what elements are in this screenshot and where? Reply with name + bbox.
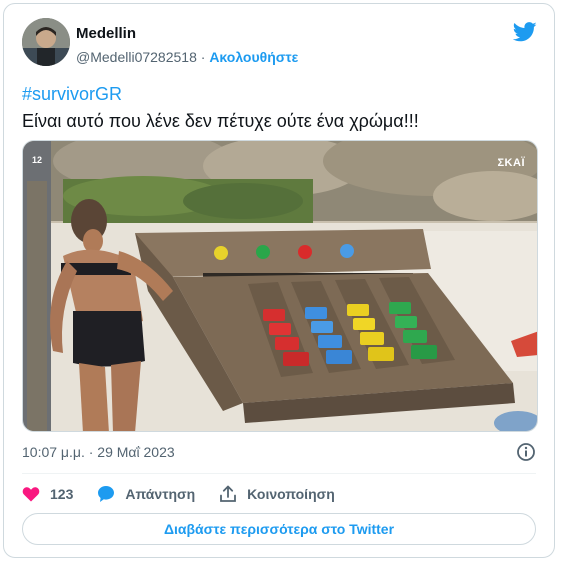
like-button[interactable]: 123 — [22, 486, 73, 502]
tweet-card: Medellin @Medelli07282518 · Ακολουθήστε … — [3, 3, 555, 558]
avatar[interactable] — [22, 18, 70, 66]
tweet-actions: 123 Απάντηση Κοινοποίηση — [22, 484, 359, 504]
tweet-media-image[interactable]: 12 ΣΚΑΪ — [22, 140, 538, 432]
divider — [22, 473, 536, 474]
channel-badge: 12 — [32, 155, 43, 165]
tweet-text: Είναι αυτό που λένε δεν πέτυχε ούτε ένα … — [22, 111, 419, 131]
broadcaster-logo: ΣΚΑΪ — [497, 157, 525, 169]
separator: · — [196, 49, 210, 65]
follow-link[interactable]: Ακολουθήστε — [209, 49, 298, 65]
reply-button[interactable]: Απάντηση — [97, 485, 195, 503]
info-icon[interactable] — [516, 442, 536, 462]
reply-label: Απάντηση — [125, 486, 196, 502]
read-more-button[interactable]: Διαβάστε περισσότερα στο Twitter — [22, 513, 536, 545]
share-upload-icon — [220, 485, 237, 502]
share-button[interactable]: Κοινοποίηση — [219, 485, 335, 503]
author-handle[interactable]: @Medelli07282518 — [76, 49, 197, 65]
author-name[interactable]: Medellin — [76, 25, 136, 42]
like-count: 123 — [50, 486, 74, 502]
tweet-timestamp[interactable]: 10:07 μ.μ. · 29 Μαΐ 2023 — [22, 444, 175, 460]
speech-bubble-icon — [98, 486, 115, 502]
hashtag-link[interactable]: #survivorGR — [22, 84, 122, 105]
author-handle-row: @Medelli07282518 · Ακολουθήστε — [76, 49, 298, 65]
twitter-bird-icon[interactable] — [513, 22, 537, 42]
share-label: Κοινοποίηση — [247, 486, 335, 502]
heart-icon — [22, 487, 40, 502]
